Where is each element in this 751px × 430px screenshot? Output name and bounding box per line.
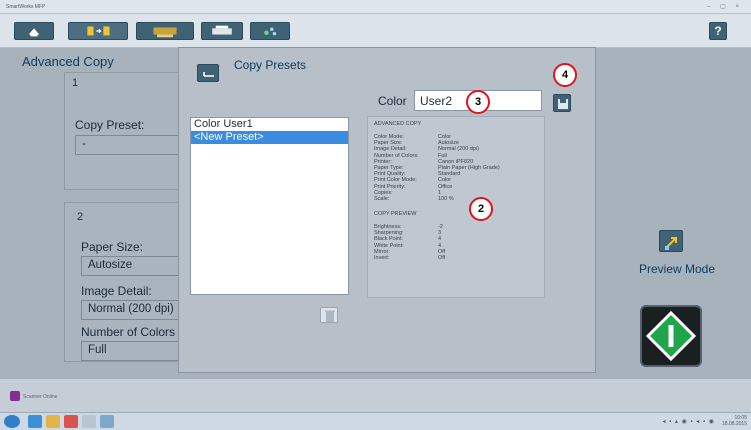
save-preset-button[interactable]: [553, 94, 571, 112]
settings-button[interactable]: [250, 22, 290, 40]
copy-preset-select[interactable]: -: [75, 135, 195, 155]
network-icon: [264, 27, 277, 36]
preset-list[interactable]: Color User1 <New Preset>: [190, 117, 349, 295]
start-menu-icon[interactable]: [4, 415, 20, 428]
browser-icon[interactable]: [28, 415, 42, 428]
step-1-panel: 1 Copy Preset: -: [64, 72, 195, 190]
main-toolbar: ?: [0, 14, 751, 48]
printer-icon: [212, 25, 232, 35]
preview-mode-label: Preview Mode: [639, 262, 716, 276]
scanner-icon: [153, 27, 177, 38]
window-titlebar: SmartWorks MFP – ▢ ×: [0, 0, 751, 14]
callout-marker: 2: [469, 197, 493, 221]
copy-preview-rows: Brightness: -2 Sharpening: 3 Black Point: 4 Wh…: [374, 224, 538, 261]
callout-marker: 3: [466, 90, 490, 114]
folder-icon[interactable]: [46, 415, 60, 428]
summary-value: Off: [438, 255, 446, 261]
app-footer: Scanner Online: [0, 378, 751, 412]
copy-preview-heading: COPY PREVIEW: [374, 211, 417, 218]
start-copy-button[interactable]: [640, 305, 702, 367]
brand-text: Scanner Online: [23, 394, 58, 400]
number-of-colors-label: Number of Colors: [81, 325, 176, 339]
step-2-number: 2: [77, 211, 84, 223]
help-button[interactable]: ?: [709, 22, 727, 40]
advanced-copy-rows: Color Mode: Color Paper Size: Autosize Image…: [374, 134, 538, 202]
return-icon: [203, 72, 214, 77]
start-diamond-icon: [645, 310, 697, 362]
preset-summary: ADVANCED COPY Color Mode: Color Paper Size…: [367, 116, 545, 298]
home-icon: [28, 28, 40, 37]
summary-row: Invert: Off: [374, 255, 538, 261]
save-icon: [558, 99, 568, 109]
copy-preset-label: Copy Preset:: [75, 118, 145, 132]
window-controls[interactable]: – ▢ ×: [707, 3, 743, 10]
summary-key: Invert:: [374, 255, 390, 261]
delete-preset-button[interactable]: [320, 307, 338, 323]
callout-marker: 4: [553, 63, 577, 87]
preset-item[interactable]: Color User1: [191, 118, 348, 131]
brand-logo: [10, 391, 20, 401]
preview-arrow-icon: [665, 237, 677, 250]
os-taskbar: ◂ ▪ ▴ ◉ ▪ ◂ ▪ ◉ 10:05 18.08.2015: [0, 412, 751, 430]
dialog-title: Copy Presets: [234, 58, 307, 72]
dialog-back-button[interactable]: [197, 64, 219, 82]
summary-key: Scale:: [374, 195, 390, 202]
system-tray[interactable]: ◂ ▪ ▴ ◉ ▪ ◂ ▪ ◉: [662, 418, 715, 425]
summary-value: 100 %: [438, 195, 454, 202]
step-2-panel: 2 Paper Size: Autosize Image Detail: Nor…: [64, 202, 195, 362]
clock-date: 18.08.2015: [721, 420, 747, 427]
trash-icon: [325, 310, 335, 322]
copy-button[interactable]: [68, 22, 128, 40]
print-button[interactable]: [201, 22, 243, 40]
window-icon[interactable]: [100, 415, 114, 428]
preset-item-selected[interactable]: <New Preset>: [191, 131, 348, 144]
home-button[interactable]: [14, 22, 54, 40]
image-detail-label: Image Detail:: [81, 284, 152, 298]
preset-name-label: Color: [378, 94, 407, 108]
app-icon[interactable]: [64, 415, 78, 428]
scan-button[interactable]: [136, 22, 194, 40]
copy-presets-dialog: Copy Presets Color User1 <New Preset> Co…: [178, 47, 596, 373]
tool-icon[interactable]: [82, 415, 96, 428]
system-clock: 10:05 18.08.2015: [721, 415, 747, 427]
page-title: Advanced Copy: [22, 54, 114, 69]
preview-mode-button[interactable]: [659, 230, 683, 252]
paper-size-label: Paper Size:: [81, 240, 144, 254]
window-title: SmartWorks MFP: [6, 4, 46, 10]
copy-icon: [87, 26, 110, 36]
step-1-number: 1: [72, 77, 79, 89]
advanced-copy-heading: ADVANCED COPY: [374, 121, 422, 127]
